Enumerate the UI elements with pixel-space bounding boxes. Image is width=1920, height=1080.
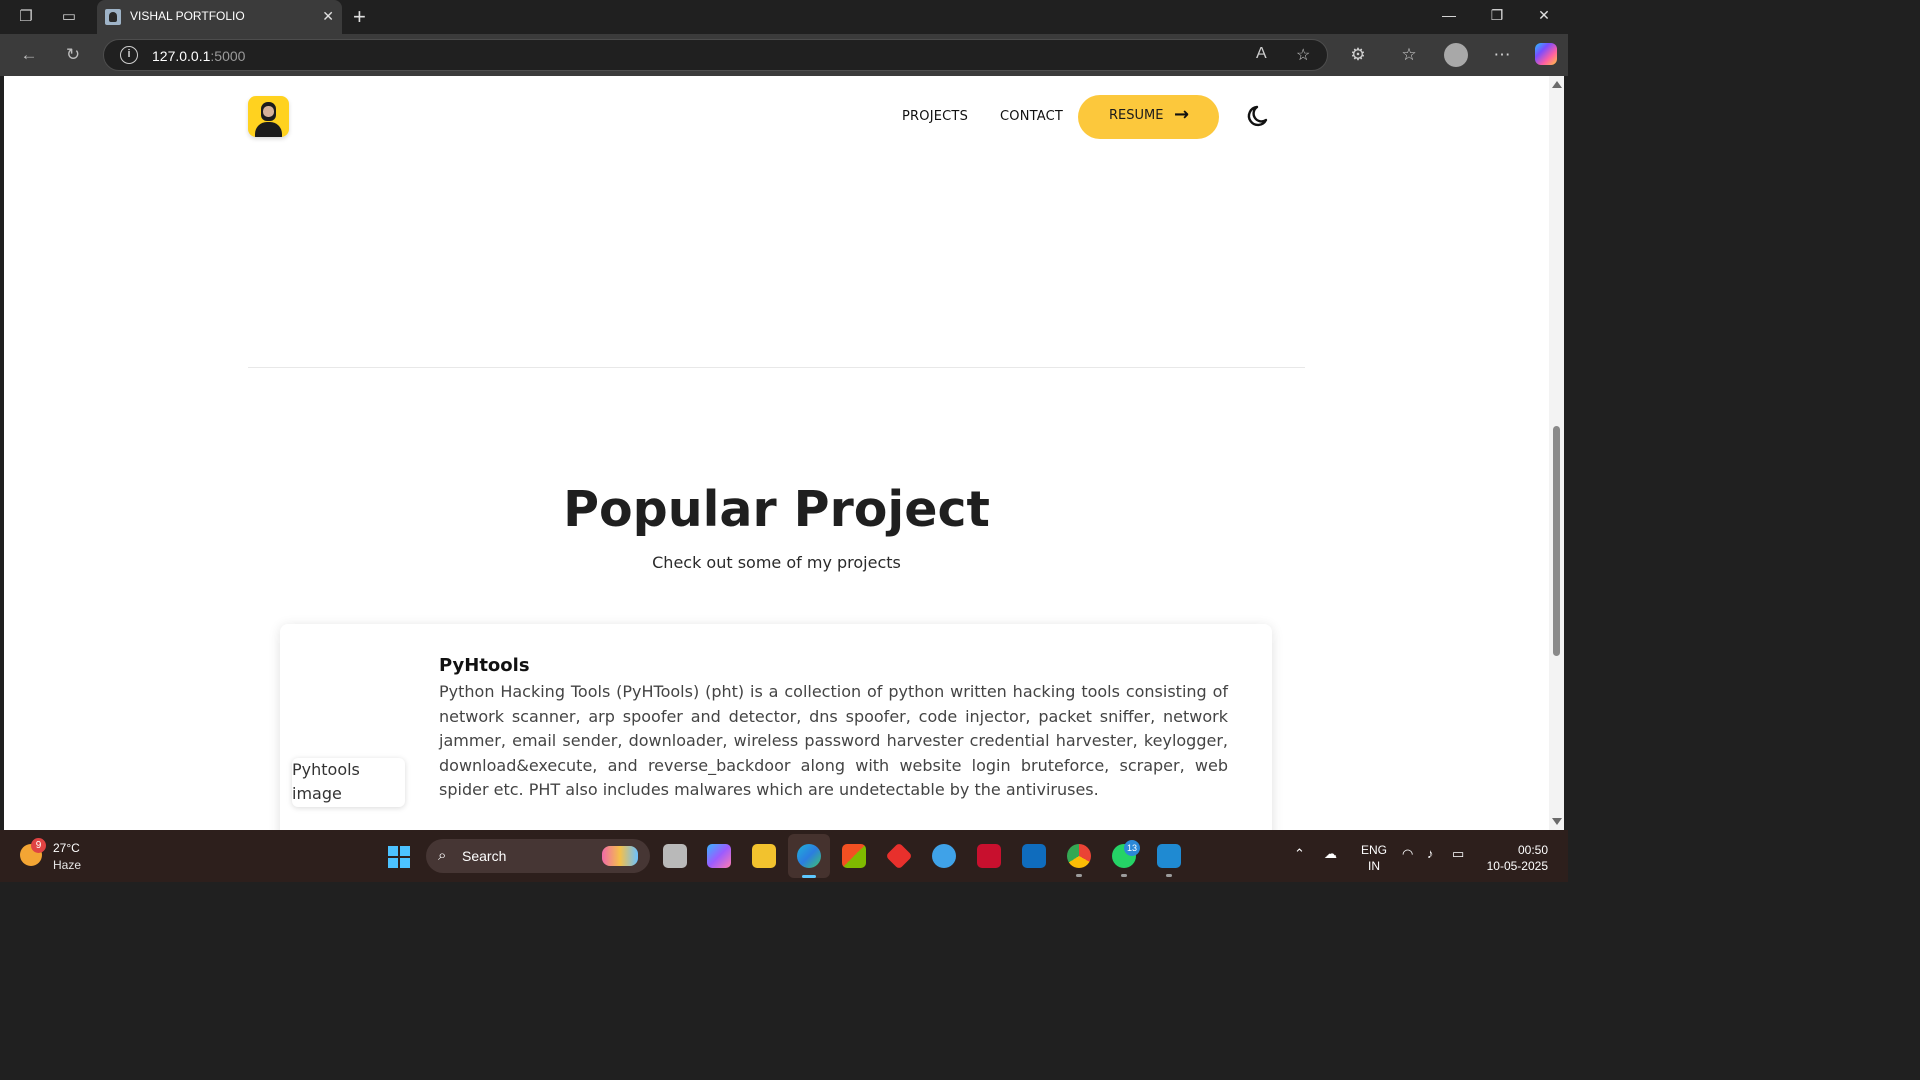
favorites-icon[interactable]: ☆ [1397,44,1421,66]
weather-temperature[interactable]: 27°C [53,841,80,855]
nav-projects-link[interactable]: PROJECTS [902,109,968,124]
taskbar-search[interactable]: ⌕ Search [426,839,650,873]
weather-badge: 9 [31,838,46,853]
tab-actions-icon[interactable]: ▭ [59,7,79,27]
search-label: Search [462,848,507,864]
language-indicator[interactable]: ENG IN [1361,842,1387,874]
clock-date: 10-05-2025 [1486,859,1548,873]
favorite-star-icon[interactable]: ☆ [1296,45,1310,65]
vscode-running-indicator [1166,874,1172,877]
new-tab-icon[interactable]: + [353,4,366,30]
clock[interactable]: 00:50 10-05-2025 [1484,842,1548,874]
resume-button[interactable]: RESUME → [1078,95,1219,139]
edge-active-indicator [802,875,816,878]
refresh-icon[interactable]: ↻ [62,44,84,66]
arrow-right-icon: → [1174,104,1190,125]
search-highlight-icon [602,846,638,866]
info-icon[interactable]: i [120,46,138,64]
scroll-down-icon[interactable] [1552,818,1562,825]
close-icon[interactable]: ✕ [322,8,334,25]
read-aloud-icon[interactable]: A [1256,45,1267,63]
task-view-icon[interactable] [663,844,687,868]
anydesk-icon[interactable] [885,842,913,870]
favicon-icon [105,9,121,25]
scrollbar-thumb[interactable] [1553,426,1560,656]
vscode-icon[interactable] [1157,844,1181,868]
browser-tab[interactable]: VISHAL PORTFOLIO ✕ [97,0,342,34]
volume-icon[interactable]: ♪ [1427,846,1434,861]
store-icon[interactable] [842,844,866,868]
section-subtitle: Check out some of my projects [652,553,901,572]
url-field[interactable]: i 127.0.0.1:5000 A ☆ [103,39,1328,71]
maximize-icon[interactable]: ❐ [1487,7,1507,24]
wifi-icon[interactable]: ◠ [1402,846,1413,862]
browser-tab-bar: ❐ ▭ VISHAL PORTFOLIO ✕ + — ❐ ✕ [0,0,1568,34]
scroll-up-icon[interactable] [1552,81,1562,88]
project-card[interactable]: Pyhtools image PyHtools Python Hacking T… [280,624,1272,830]
cloud-icon[interactable]: ☁ [1324,846,1337,862]
whatsapp-running-indicator [1121,874,1127,877]
chrome-running-indicator [1076,874,1082,877]
mcafee-icon[interactable] [977,844,1001,868]
battery-icon[interactable]: ▭ [1452,846,1464,862]
more-icon[interactable]: ⋯ [1490,44,1514,66]
extensions-icon[interactable]: ⚙ [1346,44,1370,66]
project-description: Python Hacking Tools (PyHTools) (pht) is… [439,682,1228,799]
address-bar-row: ← ↻ i 127.0.0.1:5000 A ☆ ⚙ ☆ ⋯ [0,34,1568,76]
project-image-broken: Pyhtools image [292,758,405,807]
whatsapp-badge: 13 [1124,840,1140,856]
language-region: IN [1368,859,1380,873]
page-scrollbar[interactable] [1549,76,1564,830]
project-title: PyHtools [439,655,530,676]
tab-title: VISHAL PORTFOLIO [130,9,245,23]
minimize-icon[interactable]: — [1439,7,1459,23]
page-viewport: PROJECTS CONTACT RESUME → Popular Projec… [4,76,1549,830]
chevron-up-icon[interactable]: ⌃ [1294,846,1305,862]
window-close-icon[interactable]: ✕ [1534,7,1554,24]
back-icon[interactable]: ← [18,44,40,66]
workspaces-icon[interactable]: ❐ [16,7,36,27]
windows-start-icon[interactable] [388,846,410,868]
outlook-icon[interactable] [1022,844,1046,868]
section-divider [248,367,1305,368]
weather-condition[interactable]: Haze [53,858,81,872]
section-title: Popular Project [563,481,990,538]
chrome-icon[interactable] [1067,844,1091,868]
avatar-body [255,122,282,137]
resume-label: RESUME [1109,108,1164,123]
windows-taskbar: 9 27°C Haze ⌕ Search 13 ⌃ ☁ ENG IN ◠ ♪ ▭… [0,830,1568,882]
file-explorer-icon[interactable] [752,844,776,868]
language-code: ENG [1361,843,1388,857]
help-icon[interactable] [932,844,956,868]
copilot-app-icon[interactable] [707,844,731,868]
clock-time: 00:50 [1517,843,1548,857]
profile-icon[interactable] [1444,43,1468,67]
search-icon: ⌕ [438,847,447,864]
avatar-face [263,106,274,117]
site-logo[interactable] [248,96,289,137]
edge-icon[interactable] [797,844,821,868]
moon-icon[interactable] [1246,103,1272,129]
url-text: 127.0.0.1:5000 [152,48,246,64]
copilot-icon[interactable] [1535,43,1557,65]
nav-contact-link[interactable]: CONTACT [1000,109,1063,124]
